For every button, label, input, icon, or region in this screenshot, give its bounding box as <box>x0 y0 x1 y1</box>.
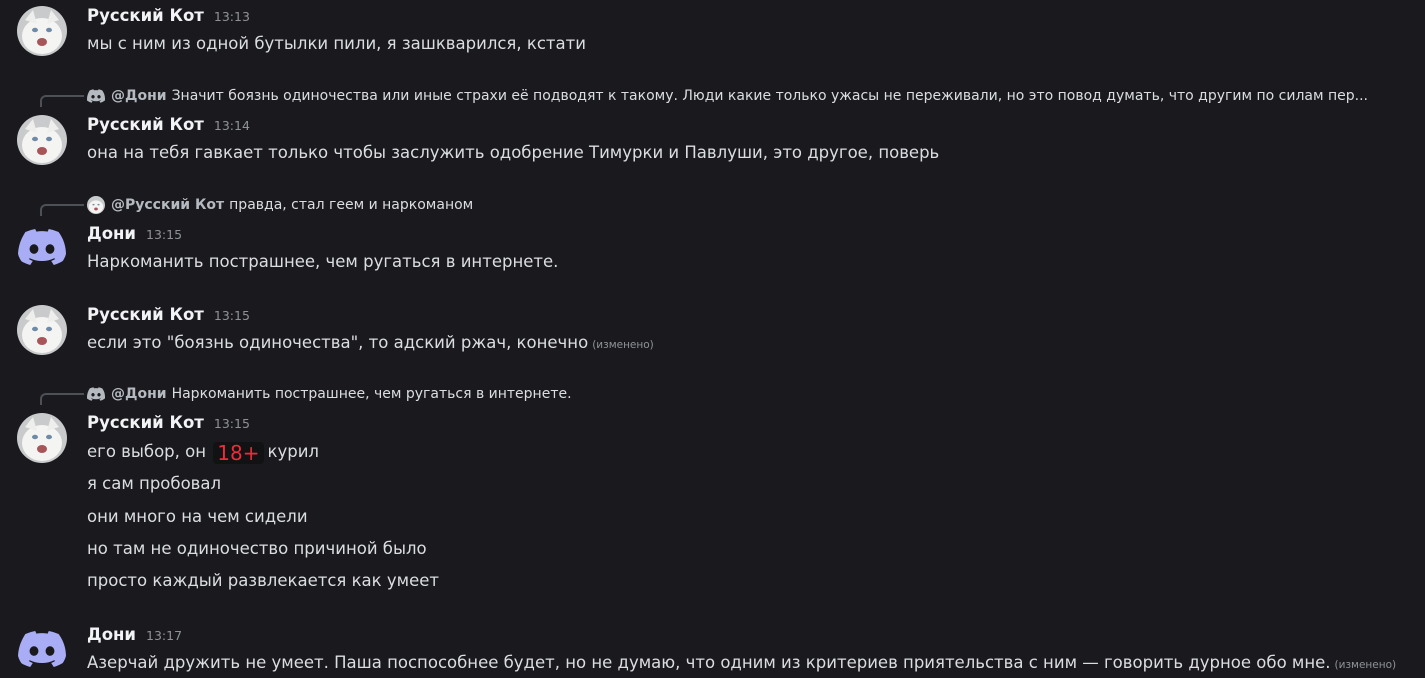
avatar[interactable] <box>17 624 67 674</box>
reply-preview[interactable]: @Дони Значит боязнь одиночества или иные… <box>87 86 1368 106</box>
author-name[interactable]: Русский Кот <box>87 305 204 324</box>
white-cat-avatar-icon <box>17 115 67 165</box>
timestamp[interactable]: 13:17 <box>146 628 182 643</box>
message-text: Азерчай дружить не умеет. Паша поспособн… <box>87 653 1331 672</box>
message-header: Русский Кот 13:14 <box>87 115 250 137</box>
message-line: его выбор, он 18+ курил <box>87 441 319 464</box>
avatar[interactable] <box>17 413 67 463</box>
reply-mention[interactable]: @Дони <box>111 386 167 402</box>
message-text: она на тебя гавкает только чтобы заслужи… <box>87 143 940 162</box>
timestamp[interactable]: 13:15 <box>214 416 250 431</box>
avatar[interactable] <box>17 115 67 165</box>
author-name[interactable]: Русский Кот <box>87 6 204 25</box>
timestamp[interactable]: 13:15 <box>146 227 182 242</box>
avatar[interactable] <box>17 222 67 272</box>
reply-connector <box>40 393 84 405</box>
reply-text[interactable]: правда, стал геем и наркоманом <box>229 197 473 213</box>
avatar[interactable] <box>17 6 67 56</box>
reply-connector <box>40 204 84 216</box>
white-cat-avatar-icon <box>17 6 67 56</box>
author-name[interactable]: Русский Кот <box>87 413 204 432</box>
author-name[interactable]: Дони <box>87 625 136 644</box>
white-cat-avatar-icon <box>17 305 67 355</box>
discord-logo-avatar-icon <box>17 624 67 674</box>
discord-logo-icon <box>87 385 105 403</box>
message-text: если это "боязнь одиночества", то адский… <box>87 333 589 352</box>
message-header: Дони 13:15 <box>87 224 182 246</box>
spoiler-tag[interactable]: 18+ <box>213 441 264 464</box>
message-text: я сам пробовал <box>87 474 222 493</box>
reply-preview[interactable]: @Русский Кот правда, стал геем и наркома… <box>87 195 473 215</box>
author-name[interactable]: Русский Кот <box>87 115 204 134</box>
chat-message-list: Русский Кот 13:13 мы с ним из одной буты… <box>0 0 1425 678</box>
author-name[interactable]: Дони <box>87 224 136 243</box>
timestamp[interactable]: 13:14 <box>214 118 250 133</box>
reply-mention[interactable]: @Дони <box>111 88 167 104</box>
reply-text[interactable]: Наркоманить пострашнее, чем ругаться в и… <box>172 386 572 402</box>
message-header: Русский Кот 13:15 <box>87 305 250 327</box>
message-header: Русский Кот 13:15 <box>87 413 250 435</box>
reply-mention[interactable]: @Русский Кот <box>111 197 224 213</box>
message-line: если это "боязнь одиночества", то адский… <box>87 332 654 356</box>
message-text: курил <box>267 442 319 461</box>
timestamp[interactable]: 13:13 <box>214 9 250 24</box>
white-cat-avatar-icon <box>87 196 105 214</box>
message-text: мы с ним из одной бутылки пили, я зашква… <box>87 34 586 53</box>
white-cat-avatar-icon <box>17 413 67 463</box>
message-header: Дони 13:17 <box>87 625 182 647</box>
message-text: но там не одиночество причиной было <box>87 539 427 558</box>
reply-preview[interactable]: @Дони Наркоманить пострашнее, чем ругать… <box>87 384 572 404</box>
timestamp[interactable]: 13:15 <box>214 308 250 323</box>
discord-logo-avatar-icon <box>17 222 67 272</box>
edited-label: (изменено) <box>1334 659 1397 671</box>
discord-logo-icon <box>87 87 105 105</box>
message-text: они много на чем сидели <box>87 507 308 526</box>
reply-connector <box>40 95 84 107</box>
edited-label: (изменено) <box>592 339 654 351</box>
message-header: Русский Кот 13:13 <box>87 6 250 28</box>
message-text: просто каждый развлекается как умеет <box>87 571 440 590</box>
message-text: его выбор, он <box>87 442 207 461</box>
reply-text[interactable]: Значит боязнь одиночества или иные страх… <box>172 88 1368 104</box>
message-text: Наркоманить пострашнее, чем ругаться в и… <box>87 252 559 271</box>
avatar[interactable] <box>17 305 67 355</box>
message-line: Азерчай дружить не умеет. Паша поспособн… <box>87 652 1396 676</box>
